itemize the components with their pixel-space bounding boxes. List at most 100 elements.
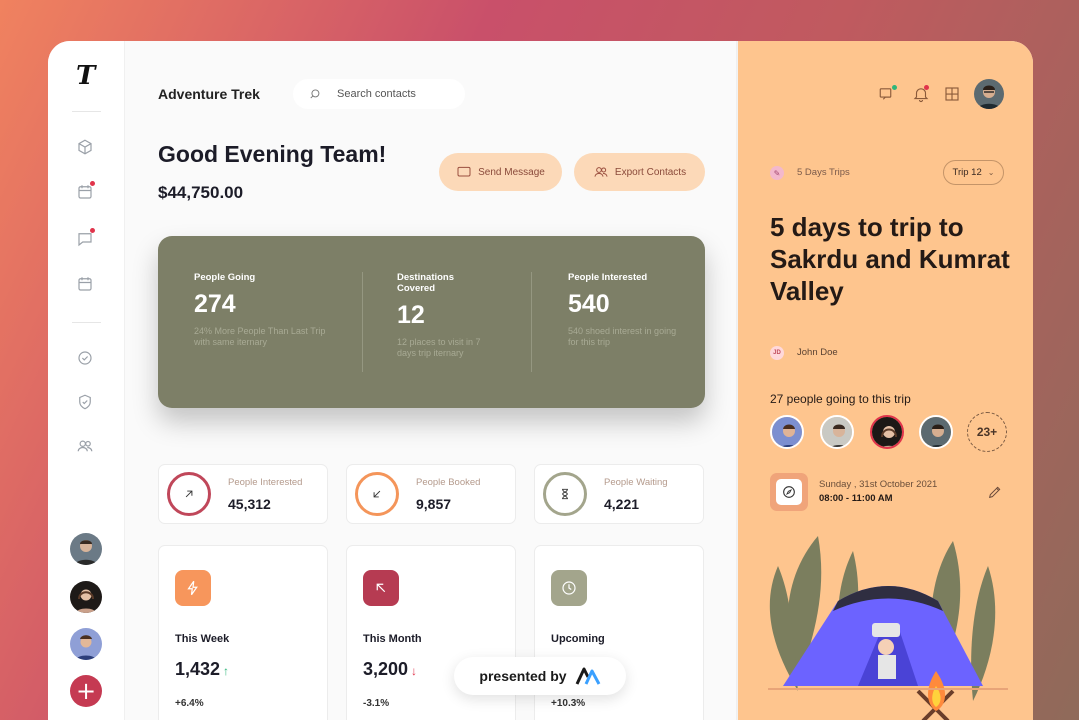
shield-icon[interactable]	[74, 391, 96, 413]
trend-down-icon	[355, 472, 399, 516]
trip-time: 08:00 - 11:00 AM	[819, 493, 893, 504]
tag-icon: ✎	[770, 166, 784, 180]
card-value: 3,200 ↓	[363, 659, 417, 680]
card-value: 9,857	[416, 496, 452, 512]
card-label: This Week	[175, 633, 230, 645]
card-value-number: 3,200	[363, 659, 409, 679]
stat-subtext: 540 shoed interest in going for this tri…	[568, 326, 677, 347]
sidebar-divider	[72, 322, 101, 323]
card-percent: +6.4%	[175, 698, 204, 709]
camping-illustration	[768, 536, 1008, 720]
card-percent: -3.1%	[363, 698, 390, 709]
author-name: John Doe	[797, 347, 838, 358]
balance-amount: $44,750.00	[158, 183, 244, 202]
card-label: People Booked	[416, 477, 481, 488]
people-booked-card[interactable]: People Booked 9,857	[346, 464, 516, 524]
user-avatar[interactable]	[974, 79, 1004, 109]
trip-date: Sunday , 31st October 2021	[819, 479, 938, 490]
trip-title: 5 days to trip to Sakrdu and Kumrat Vall…	[770, 212, 1010, 306]
search-icon	[310, 89, 320, 99]
sidebar-divider	[72, 111, 101, 112]
card-label: People Waiting	[604, 477, 668, 488]
chevron-down-icon: ⌄	[987, 168, 995, 177]
brand-name: Adventure Trek	[158, 86, 260, 102]
sidebar: T +	[48, 41, 125, 720]
export-contacts-label: Export Contacts	[614, 166, 687, 178]
attendee-avatar[interactable]	[770, 415, 804, 449]
attendee-avatar[interactable]	[870, 415, 904, 449]
logo: T	[76, 61, 96, 91]
going-text: 27 people going to this trip	[770, 392, 911, 406]
stat-subtext: 24% More People Than Last Trip with same…	[194, 326, 326, 347]
trip-select-value: Trip 12	[952, 167, 982, 178]
users-icon[interactable]	[74, 435, 96, 457]
online-dot	[892, 85, 897, 90]
people-interested-card[interactable]: People Interested 45,312	[158, 464, 328, 524]
edit-icon[interactable]	[987, 484, 1003, 500]
arrow-down-icon: ↓	[411, 664, 418, 678]
card-percent: +10.3%	[551, 698, 586, 709]
stat-people-interested: People Interested 540 540 shoed interest…	[568, 272, 678, 348]
brand-logo-icon	[575, 667, 600, 685]
message-icon	[457, 166, 471, 177]
card-label: People Interested	[228, 477, 303, 488]
arrow-up-left-icon	[363, 570, 399, 606]
avatar[interactable]	[70, 533, 102, 565]
attendee-avatar[interactable]	[919, 415, 953, 449]
hourglass-icon	[543, 472, 587, 516]
avatar[interactable]	[70, 581, 102, 613]
stat-value: 540	[568, 290, 610, 318]
notification-dot	[90, 181, 95, 186]
stat-value: 12	[397, 301, 425, 329]
arrow-up-icon: ↑	[223, 664, 230, 678]
send-message-button[interactable]: Send Message	[439, 153, 562, 191]
schedule-icon[interactable]	[74, 273, 96, 295]
stats-card: People Going 274 24% More People Than La…	[158, 236, 705, 408]
this-week-card[interactable]: This Week 1,432 ↑ +6.4%	[158, 545, 328, 720]
clock-icon	[551, 570, 587, 606]
card-label: This Month	[363, 633, 422, 645]
search-bar[interactable]	[293, 79, 465, 109]
stat-divider	[531, 272, 532, 372]
trip-select[interactable]: Trip 12 ⌄	[943, 160, 1004, 185]
notification-dot	[924, 85, 929, 90]
card-value: 1,432 ↑	[175, 659, 229, 680]
stat-label: People Interested	[568, 272, 648, 283]
author-avatar: JD	[770, 346, 784, 360]
stat-destinations: Destinations Covered 12 12 places to vis…	[397, 272, 502, 359]
search-input[interactable]	[337, 88, 457, 100]
messages-icon[interactable]	[878, 85, 898, 105]
trend-up-icon	[167, 472, 211, 516]
export-contacts-button[interactable]: Export Contacts	[574, 153, 705, 191]
notification-dot	[90, 228, 95, 233]
stat-label: People Going	[194, 272, 256, 283]
stat-subtext: 12 places to visit in 7 days trip iterna…	[397, 337, 481, 358]
app-window: T + Adventure Trek Search contacts Good …	[48, 41, 1033, 720]
add-button[interactable]: +	[70, 675, 102, 707]
presented-by-badge: presented by	[454, 657, 626, 695]
presented-by-text: presented by	[479, 668, 567, 684]
card-label: Upcoming	[551, 633, 605, 645]
avatar[interactable]	[70, 628, 102, 660]
chat-icon[interactable]	[74, 228, 96, 250]
card-value-number: 1,432	[175, 659, 221, 679]
stat-label: Destinations Covered	[397, 272, 455, 294]
attendee-avatar[interactable]	[820, 415, 854, 449]
people-waiting-card[interactable]: People Waiting 4,221	[534, 464, 704, 524]
lightning-icon	[175, 570, 211, 606]
card-value: 45,312	[228, 496, 271, 512]
stat-divider	[362, 272, 363, 372]
verified-icon[interactable]	[74, 347, 96, 369]
stat-people-going: People Going 274 24% More People Than La…	[194, 272, 334, 348]
users-icon	[594, 167, 608, 177]
compass-icon	[770, 473, 808, 511]
more-attendees[interactable]: 23+	[967, 412, 1007, 452]
trip-tag: 5 Days Trips	[797, 167, 850, 178]
trip-panel: ✎ 5 Days Trips Trip 12 ⌄ 5 days to trip …	[738, 41, 1033, 720]
page-title: Good Evening Team!	[158, 141, 387, 167]
grid-icon[interactable]	[943, 85, 963, 105]
bell-icon[interactable]	[912, 85, 932, 105]
calendar-icon[interactable]	[74, 181, 96, 203]
cube-icon[interactable]	[74, 136, 96, 158]
stat-value: 274	[194, 290, 236, 318]
